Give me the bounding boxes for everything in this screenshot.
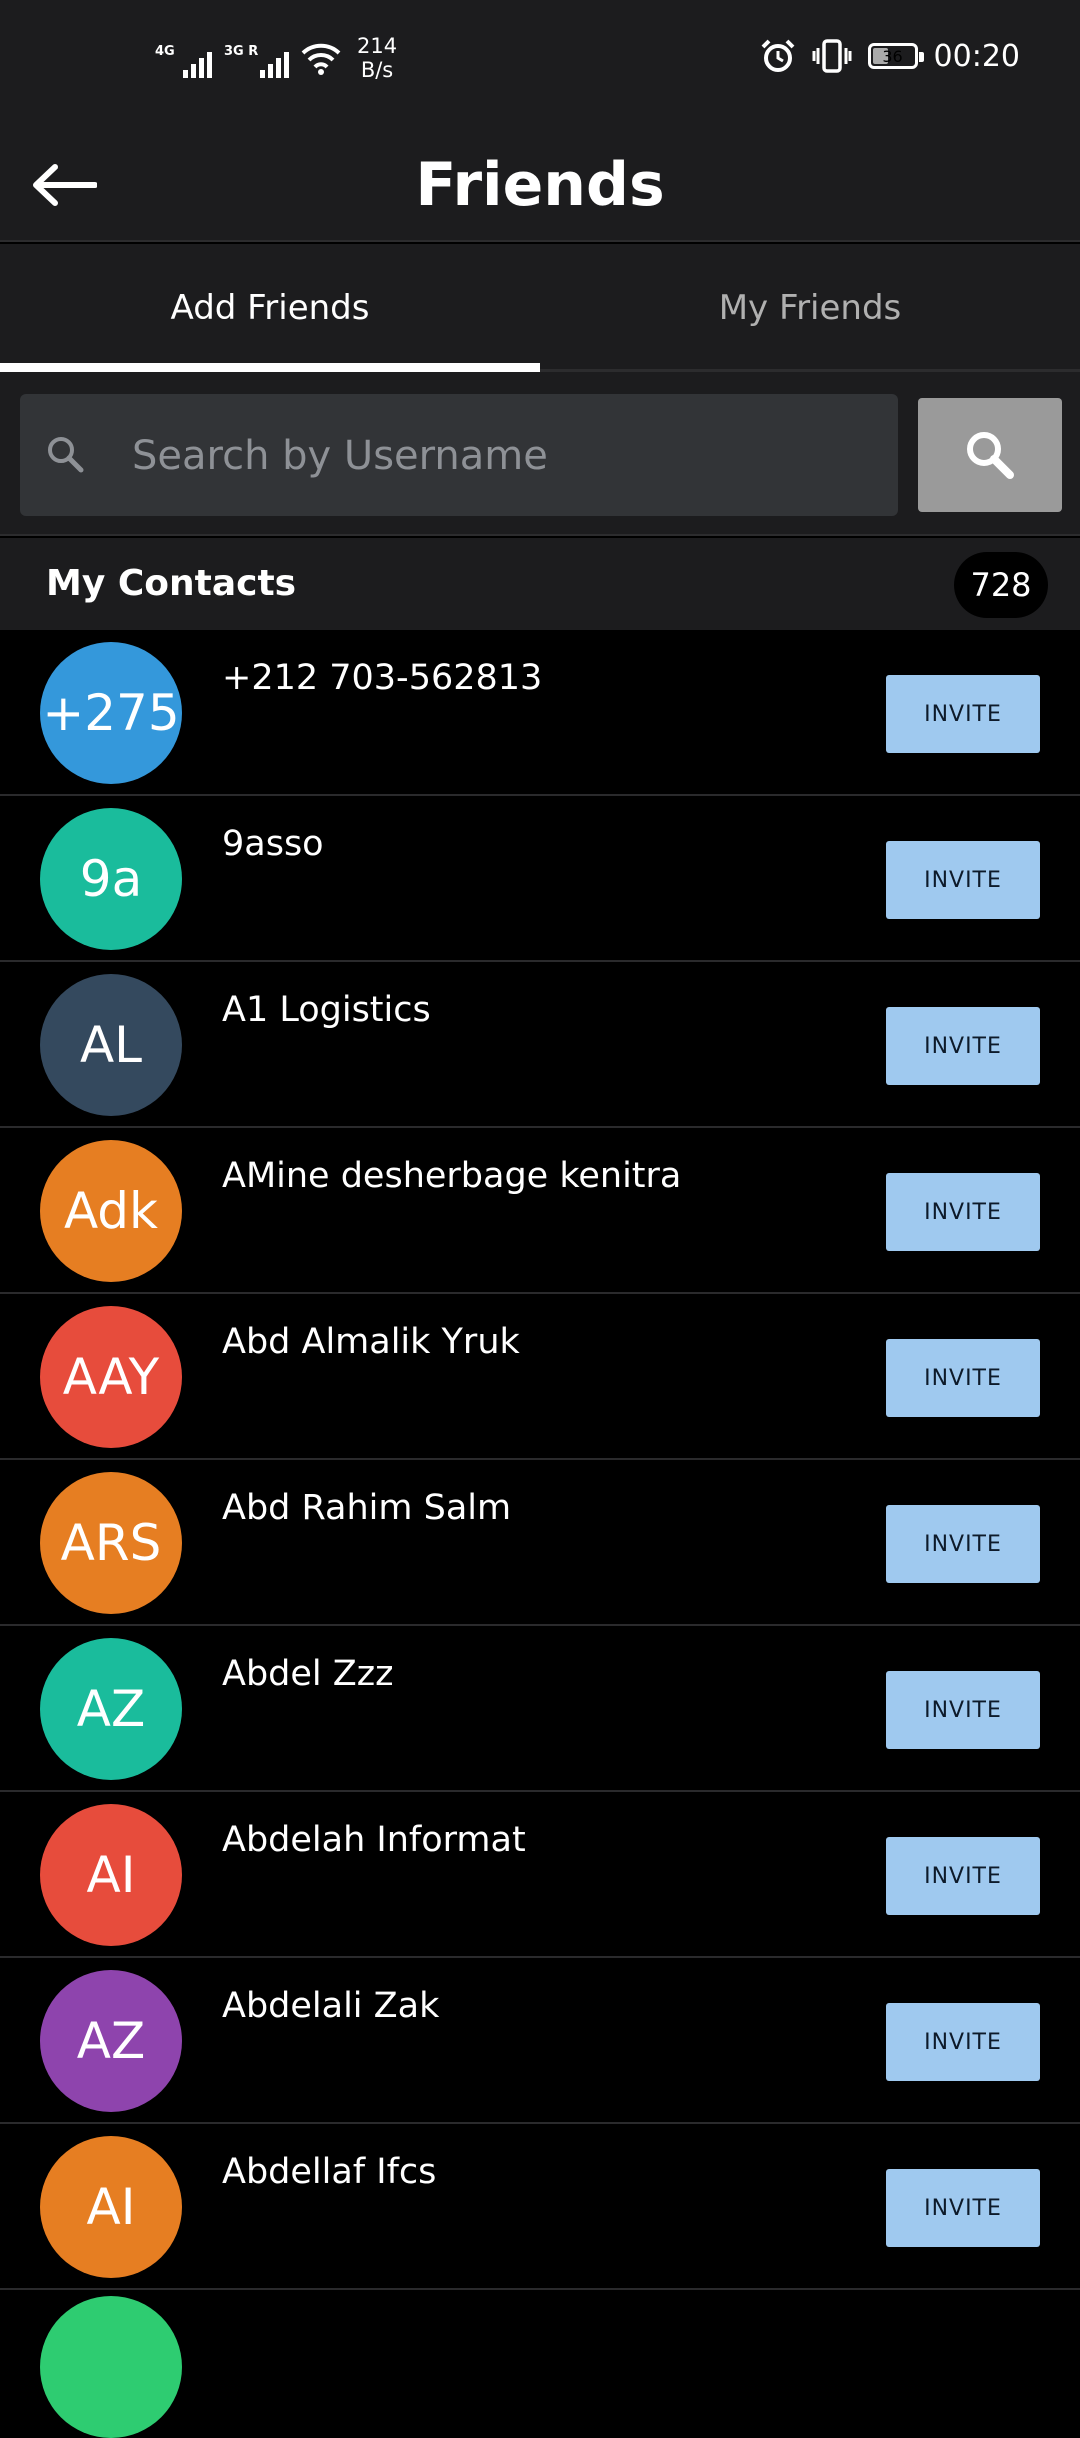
search-area	[0, 372, 1080, 536]
avatar: AZ	[40, 1638, 182, 1780]
tab-bar: Add Friends My Friends	[0, 244, 1080, 372]
contact-name: AMine desherbage kenitra	[222, 1156, 682, 1196]
app-bar: Friends	[0, 130, 1080, 242]
alarm-icon	[761, 39, 794, 72]
contact-name: 9asso	[222, 824, 324, 864]
invite-button[interactable]: INVITE	[886, 2169, 1040, 2247]
list-item[interactable]: AI Abdelah Informat INVITE	[0, 1792, 1080, 1958]
contact-name: Abdelah Informat	[222, 1820, 526, 1860]
invite-button[interactable]: INVITE	[886, 1837, 1040, 1915]
avatar: AZ	[40, 1970, 182, 2112]
avatar: Adk	[40, 1140, 182, 1282]
avatar: ARS	[40, 1472, 182, 1614]
tab-my-friends[interactable]: My Friends	[540, 244, 1080, 369]
contacts-header: My Contacts 728	[0, 538, 1080, 630]
invite-button[interactable]: INVITE	[886, 1173, 1040, 1251]
contact-name: Abdellaf Ifcs	[222, 2152, 437, 2192]
section-title: My Contacts	[46, 563, 297, 604]
cellular-signal-icon: 4G	[155, 38, 212, 78]
invite-button[interactable]: INVITE	[886, 1339, 1040, 1417]
avatar: +275	[40, 642, 182, 784]
contact-name: Abdel Zzz	[222, 1654, 394, 1694]
cellular-signal-2-icon: 3G R	[224, 38, 289, 78]
vibrate-icon	[812, 39, 852, 73]
contact-name: Abdelali Zak	[222, 1986, 440, 2026]
list-item[interactable]: 9a 9asso INVITE	[0, 796, 1080, 962]
list-item[interactable]: AZ Abdel Zzz INVITE	[0, 1626, 1080, 1792]
invite-button[interactable]: INVITE	[886, 1007, 1040, 1085]
invite-button[interactable]: INVITE	[886, 675, 1040, 753]
contact-name: A1 Logistics	[222, 990, 431, 1030]
invite-button[interactable]: INVITE	[886, 1505, 1040, 1583]
list-item[interactable]: AI Abdellaf Ifcs INVITE	[0, 2124, 1080, 2290]
search-icon	[48, 437, 84, 473]
invite-button[interactable]: INVITE	[886, 2003, 1040, 2081]
list-item[interactable]: AAY Abd Almalik Yruk INVITE	[0, 1294, 1080, 1460]
list-item[interactable]: +275 +212 703-562813 INVITE	[0, 630, 1080, 796]
contact-name: Abd Rahim Salm	[222, 1488, 512, 1528]
battery-icon: 36	[867, 43, 924, 69]
page-title: Friends	[415, 150, 665, 220]
search-input[interactable]	[130, 394, 874, 518]
search-box	[20, 394, 898, 518]
list-item[interactable]: ARS Abd Rahim Salm INVITE	[0, 1460, 1080, 1626]
tab-add-friends[interactable]: Add Friends	[0, 244, 540, 372]
contact-name: Abd Almalik Yruk	[222, 1322, 520, 1362]
avatar: AI	[40, 2136, 182, 2278]
status-bar: 4G 3G R 214 B/s 36 00:20	[0, 0, 1080, 130]
wifi-icon	[301, 43, 341, 75]
avatar	[40, 2296, 182, 2438]
list-item[interactable]: AL A1 Logistics INVITE	[0, 962, 1080, 1128]
search-button[interactable]	[918, 398, 1062, 512]
list-item[interactable]: Adk AMine desherbage kenitra INVITE	[0, 1128, 1080, 1294]
avatar: AL	[40, 974, 182, 1116]
list-item[interactable]: AZ Abdelali Zak INVITE	[0, 1958, 1080, 2124]
network-speed: 214 B/s	[357, 34, 398, 82]
search-icon	[967, 432, 1014, 479]
invite-button[interactable]: INVITE	[886, 1671, 1040, 1749]
contact-name: +212 703-562813	[222, 658, 543, 698]
invite-button[interactable]: INVITE	[886, 841, 1040, 919]
avatar: AI	[40, 1804, 182, 1946]
avatar: 9a	[40, 808, 182, 950]
avatar: AAY	[40, 1306, 182, 1448]
contact-list: +275 +212 703-562813 INVITE 9a 9asso INV…	[0, 630, 1080, 2290]
status-time: 00:20	[933, 38, 1020, 74]
contacts-count-badge: 728	[954, 552, 1048, 618]
